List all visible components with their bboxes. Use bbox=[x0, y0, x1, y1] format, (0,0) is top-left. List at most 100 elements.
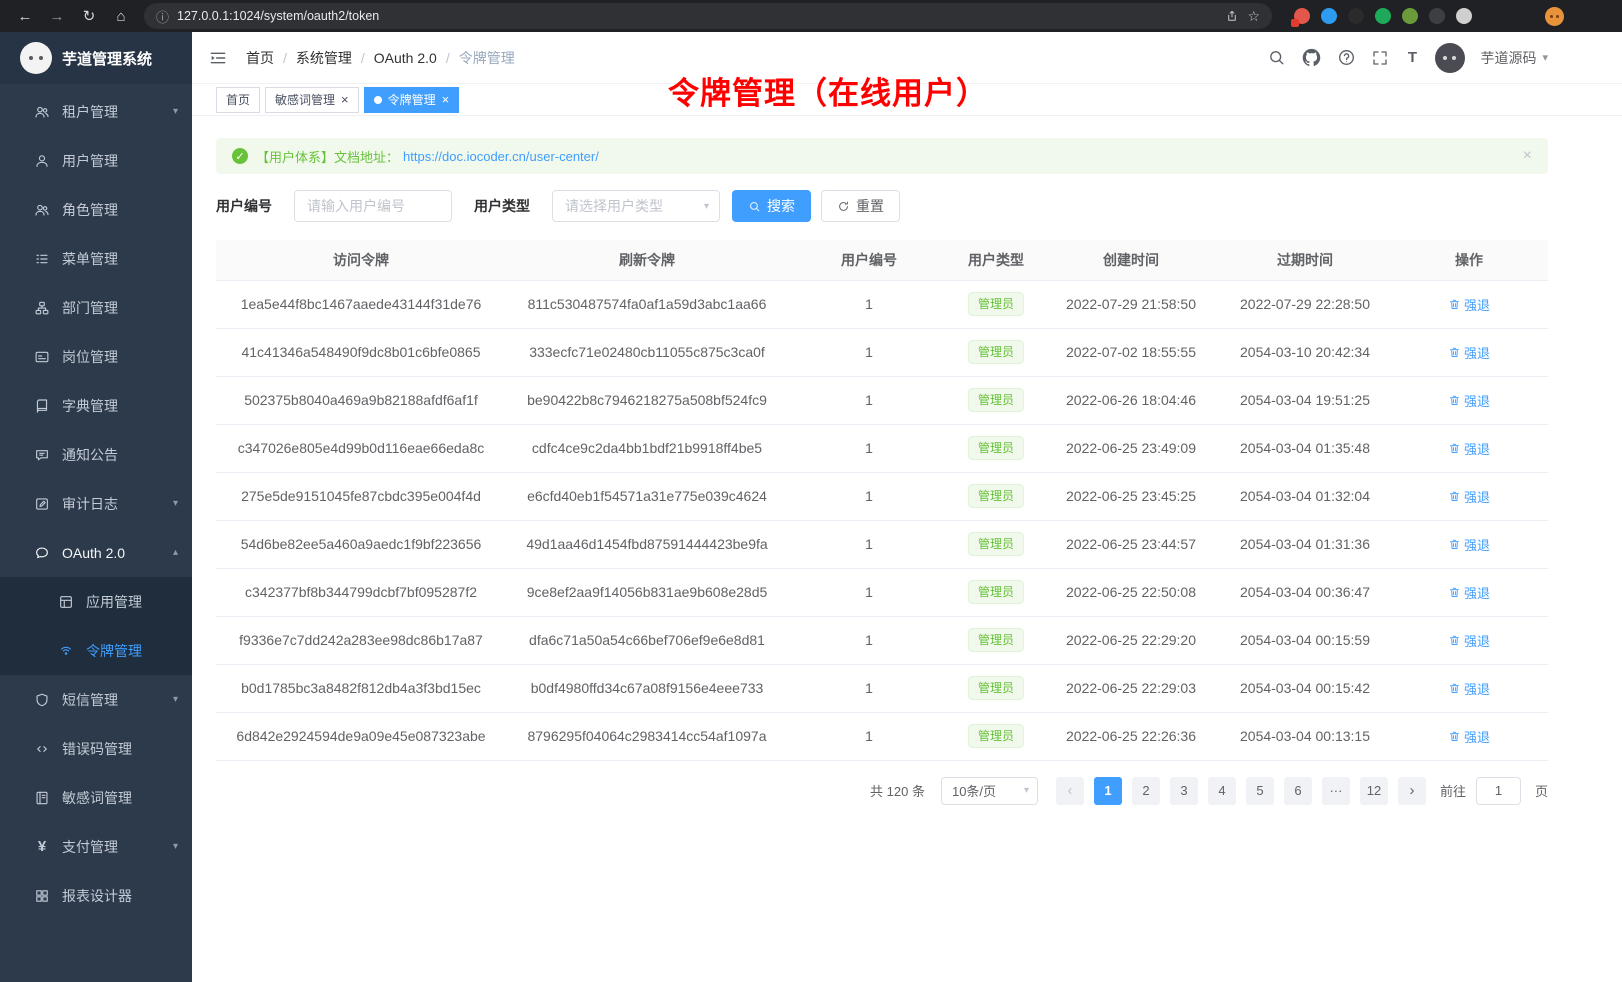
table-row: 502375b8040a469a9b82188afdf6af1fbe90422b… bbox=[216, 376, 1548, 424]
force-logout-button[interactable]: 强退 bbox=[1448, 727, 1490, 746]
search-icon bbox=[748, 200, 761, 213]
expires-at-cell: 2054-03-04 01:31:36 bbox=[1220, 520, 1390, 568]
force-logout-button[interactable]: 强退 bbox=[1448, 583, 1490, 602]
sidebar-item-pay[interactable]: ¥支付管理▾ bbox=[0, 822, 192, 871]
sidebar-item-user[interactable]: 用户管理 bbox=[0, 136, 192, 185]
breadcrumb-item[interactable]: 首页 bbox=[246, 48, 274, 68]
page-button-6[interactable]: 6 bbox=[1284, 777, 1312, 805]
extension-icon[interactable] bbox=[1294, 8, 1310, 24]
page-button-2[interactable]: 2 bbox=[1132, 777, 1160, 805]
alert-text: 【用户体系】文档地址： bbox=[256, 147, 399, 166]
browser-reload-button[interactable]: ↻ bbox=[76, 3, 102, 29]
site-info-icon[interactable]: ⓘ bbox=[156, 7, 169, 26]
trash-icon bbox=[1448, 538, 1461, 551]
sidebar-item-oauth2-token[interactable]: 令牌管理 bbox=[0, 626, 192, 675]
help-icon[interactable] bbox=[1337, 48, 1356, 67]
next-page-button[interactable]: › bbox=[1398, 777, 1426, 805]
sidebar-item-post[interactable]: 岗位管理 bbox=[0, 332, 192, 381]
column-header: 访问令牌 bbox=[216, 240, 506, 280]
sidebar-item-notice[interactable]: 通知公告 bbox=[0, 430, 192, 479]
refresh-token-cell: e6cfd40eb1f54571a31e775e039c4624 bbox=[506, 472, 788, 520]
force-logout-button[interactable]: 强退 bbox=[1448, 439, 1490, 458]
extension-icon[interactable] bbox=[1321, 8, 1337, 24]
user-menu-caret-icon[interactable]: ▾ bbox=[1542, 51, 1548, 64]
signal-icon bbox=[58, 643, 74, 659]
trash-icon bbox=[1448, 682, 1461, 695]
doc-link[interactable]: https://doc.iocoder.cn/user-center/ bbox=[403, 149, 599, 164]
force-logout-button[interactable]: 强退 bbox=[1448, 391, 1490, 410]
search-button[interactable] bbox=[1267, 48, 1286, 67]
created-at-cell: 2022-07-29 21:58:50 bbox=[1042, 280, 1220, 328]
page-size-select[interactable]: 10条/页 ▾ bbox=[941, 777, 1038, 805]
browser-home-button[interactable]: ⌂ bbox=[108, 3, 134, 29]
page-button-3[interactable]: 3 bbox=[1170, 777, 1198, 805]
extension-icon[interactable] bbox=[1348, 8, 1364, 24]
browser-forward-button[interactable]: → bbox=[44, 3, 70, 29]
more-pages-button[interactable]: ··· bbox=[1322, 777, 1350, 805]
font-size-icon[interactable]: T bbox=[1404, 50, 1420, 65]
user-id-label: 用户编号 bbox=[216, 196, 272, 216]
force-logout-button[interactable]: 强退 bbox=[1448, 487, 1490, 506]
page-button-4[interactable]: 4 bbox=[1208, 777, 1236, 805]
goto-page-input[interactable] bbox=[1476, 777, 1521, 805]
sidebar-item-oauth2[interactable]: OAuth 2.0▴ bbox=[0, 528, 192, 577]
user-type-cell: 管理员 bbox=[950, 520, 1042, 568]
force-logout-button[interactable]: 强退 bbox=[1448, 679, 1490, 698]
table-row: 41c41346a548490f9dc8b01c6bfe0865333ecfc7… bbox=[216, 328, 1548, 376]
app-logo[interactable]: 芋道管理系统 bbox=[0, 32, 192, 84]
force-logout-button[interactable]: 强退 bbox=[1448, 535, 1490, 554]
sidebar-item-tenant[interactable]: 租户管理▾ bbox=[0, 87, 192, 136]
user-avatar[interactable] bbox=[1435, 43, 1465, 73]
sidebar-item-sensitive-word[interactable]: 敏感词管理 bbox=[0, 773, 192, 822]
page-button-5[interactable]: 5 bbox=[1246, 777, 1274, 805]
tab-close-icon[interactable]: × bbox=[341, 93, 349, 106]
extension-icon[interactable] bbox=[1402, 8, 1418, 24]
sidebar-collapse-button[interactable] bbox=[208, 48, 228, 68]
github-icon[interactable] bbox=[1301, 47, 1322, 68]
tab-home[interactable]: 首页 bbox=[216, 87, 260, 113]
extension-icon[interactable] bbox=[1429, 8, 1445, 24]
breadcrumb-item[interactable]: OAuth 2.0 bbox=[374, 50, 437, 66]
bookmark-star-icon[interactable]: ☆ bbox=[1247, 8, 1260, 25]
fullscreen-icon[interactable] bbox=[1371, 49, 1389, 67]
page-button-1[interactable]: 1 bbox=[1094, 777, 1122, 805]
sidebar-item-sms[interactable]: 短信管理▾ bbox=[0, 675, 192, 724]
tab-sensitive-word[interactable]: 敏感词管理× bbox=[265, 87, 359, 113]
sidebar-item-report-designer[interactable]: 报表设计器 bbox=[0, 871, 192, 920]
sidebar-item-dict[interactable]: 字典管理 bbox=[0, 381, 192, 430]
username[interactable]: 芋道源码 bbox=[1480, 48, 1536, 68]
sidebar-item-menu[interactable]: 菜单管理 bbox=[0, 234, 192, 283]
sidebar-item-label: 报表设计器 bbox=[62, 886, 132, 906]
action-cell: 强退 bbox=[1390, 328, 1548, 376]
force-logout-button[interactable]: 强退 bbox=[1448, 295, 1490, 314]
sidebar-item-oauth2-app[interactable]: 应用管理 bbox=[0, 577, 192, 626]
expires-at-cell: 2054-03-04 00:15:42 bbox=[1220, 664, 1390, 712]
tab-close-icon[interactable]: × bbox=[442, 93, 450, 106]
trash-icon bbox=[1448, 298, 1461, 311]
sidebar-item-dept[interactable]: 部门管理 bbox=[0, 283, 192, 332]
alert-close-icon[interactable]: × bbox=[1523, 148, 1532, 164]
browser-back-button[interactable]: ← bbox=[12, 3, 38, 29]
browser-address-bar[interactable]: ⓘ 127.0.0.1:1024/system/oauth2/token ☆ bbox=[144, 3, 1272, 29]
prev-page-button[interactable]: ‹ bbox=[1056, 777, 1084, 805]
share-button[interactable] bbox=[1225, 9, 1239, 23]
breadcrumb-separator: / bbox=[283, 50, 287, 66]
force-logout-button[interactable]: 强退 bbox=[1448, 631, 1490, 650]
page-button-12[interactable]: 12 bbox=[1360, 777, 1388, 805]
extension-icon[interactable] bbox=[1456, 8, 1472, 24]
reset-button[interactable]: 重置 bbox=[821, 190, 900, 222]
user-type-cell: 管理员 bbox=[950, 328, 1042, 376]
shield-icon bbox=[34, 692, 50, 708]
search-button[interactable]: 搜索 bbox=[732, 190, 811, 222]
user-type-select[interactable]: 请选择用户类型 ▾ bbox=[552, 190, 720, 222]
browser-profile-avatar[interactable] bbox=[1545, 7, 1564, 26]
extension-icon[interactable] bbox=[1375, 8, 1391, 24]
sidebar-item-audit-log[interactable]: 审计日志▾ bbox=[0, 479, 192, 528]
sidebar-item-error-code[interactable]: 错误码管理 bbox=[0, 724, 192, 773]
user-type-badge: 管理员 bbox=[968, 628, 1024, 652]
tab-token[interactable]: 令牌管理× bbox=[364, 87, 460, 113]
force-logout-button[interactable]: 强退 bbox=[1448, 343, 1490, 362]
breadcrumb-item[interactable]: 系统管理 bbox=[296, 48, 352, 68]
user-id-input[interactable] bbox=[294, 190, 452, 222]
sidebar-item-role[interactable]: 角色管理 bbox=[0, 185, 192, 234]
